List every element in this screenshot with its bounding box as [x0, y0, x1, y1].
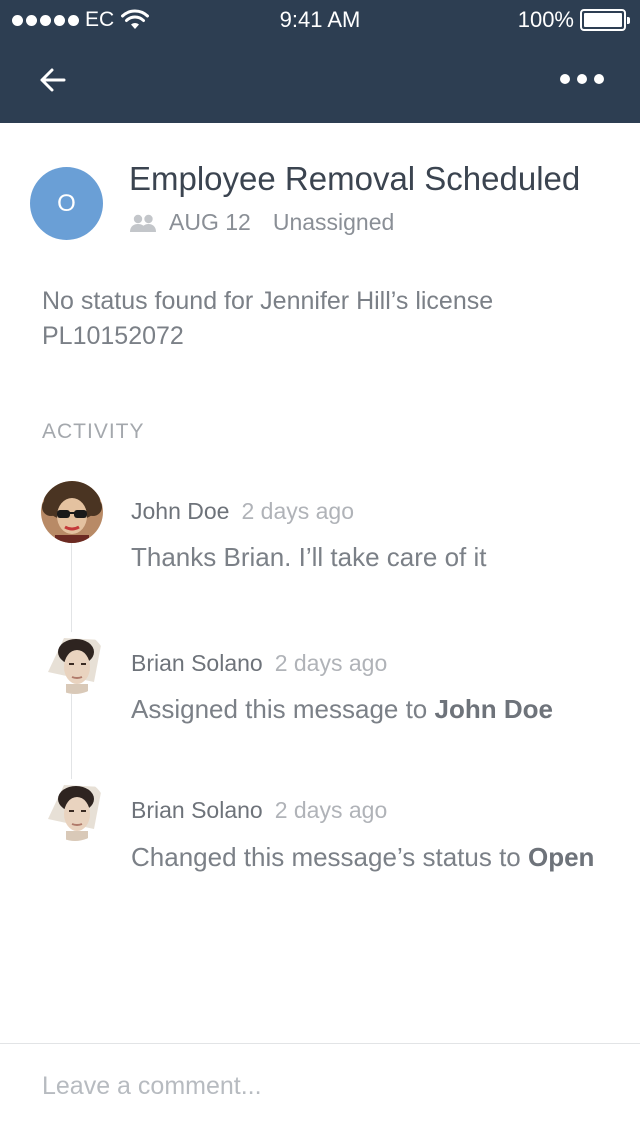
activity-text-status: Open [527, 842, 595, 872]
user-avatar-brian-solano [44, 779, 106, 841]
avatar[interactable] [44, 632, 106, 694]
activity-text: Changed this message’s status to Open [131, 838, 601, 876]
activity-author-line: Brian Solano 2 days ago [131, 650, 387, 677]
avatar[interactable] [41, 481, 103, 543]
comment-input[interactable] [42, 1064, 602, 1108]
activity-author-line: Brian Solano 2 days ago [131, 797, 387, 824]
message-title: Employee Removal Scheduled [129, 160, 581, 197]
activity-text-prefix: Changed this message’s status to [131, 842, 528, 872]
activity-text-prefix: Assigned this message to [131, 694, 435, 724]
message-description: No status found for Jennifer Hill’s lice… [42, 287, 494, 350]
battery-percent: 100% [517, 7, 574, 32]
user-avatar-brian-solano [44, 632, 106, 694]
arrow-left-icon [40, 68, 66, 92]
activity-heading: ACTIVITY [42, 420, 145, 443]
activity-author[interactable]: Brian Solano [131, 650, 263, 676]
activity-author[interactable]: John Doe [131, 498, 229, 524]
footer-divider [0, 1043, 640, 1044]
activity-author-line: John Doe 2 days ago [131, 498, 354, 525]
activity-author[interactable]: Brian Solano [131, 797, 263, 823]
more-dot-icon [594, 74, 604, 84]
message-meta: AUG 12 Unassigned [129, 209, 394, 236]
more-dot-icon [577, 74, 587, 84]
message-assignee[interactable]: Unassigned [273, 209, 394, 236]
people-icon [130, 214, 156, 232]
message-date: AUG 12 [169, 209, 251, 235]
activity-time: 2 days ago [274, 797, 388, 823]
activity-text-assignee[interactable]: John Doe [435, 694, 553, 724]
status-right: 100% [517, 7, 630, 33]
back-button[interactable] [34, 62, 74, 98]
battery-icon [580, 9, 630, 31]
activity-time: 2 days ago [241, 498, 354, 524]
user-avatar-john-doe [41, 481, 103, 543]
avatar[interactable] [44, 779, 106, 841]
activity-time: 2 days ago [274, 650, 388, 676]
more-options-button[interactable] [560, 70, 604, 88]
more-dot-icon [560, 74, 570, 84]
message-avatar: O [30, 167, 103, 240]
activity-text: Thanks Brian. I’ll take care of it [131, 542, 487, 572]
top-bar: EC 9:41 AM 100% [0, 0, 640, 123]
activity-text: Assigned this message to John Doe [131, 690, 601, 728]
status-bar: EC 9:41 AM 100% [0, 0, 640, 40]
